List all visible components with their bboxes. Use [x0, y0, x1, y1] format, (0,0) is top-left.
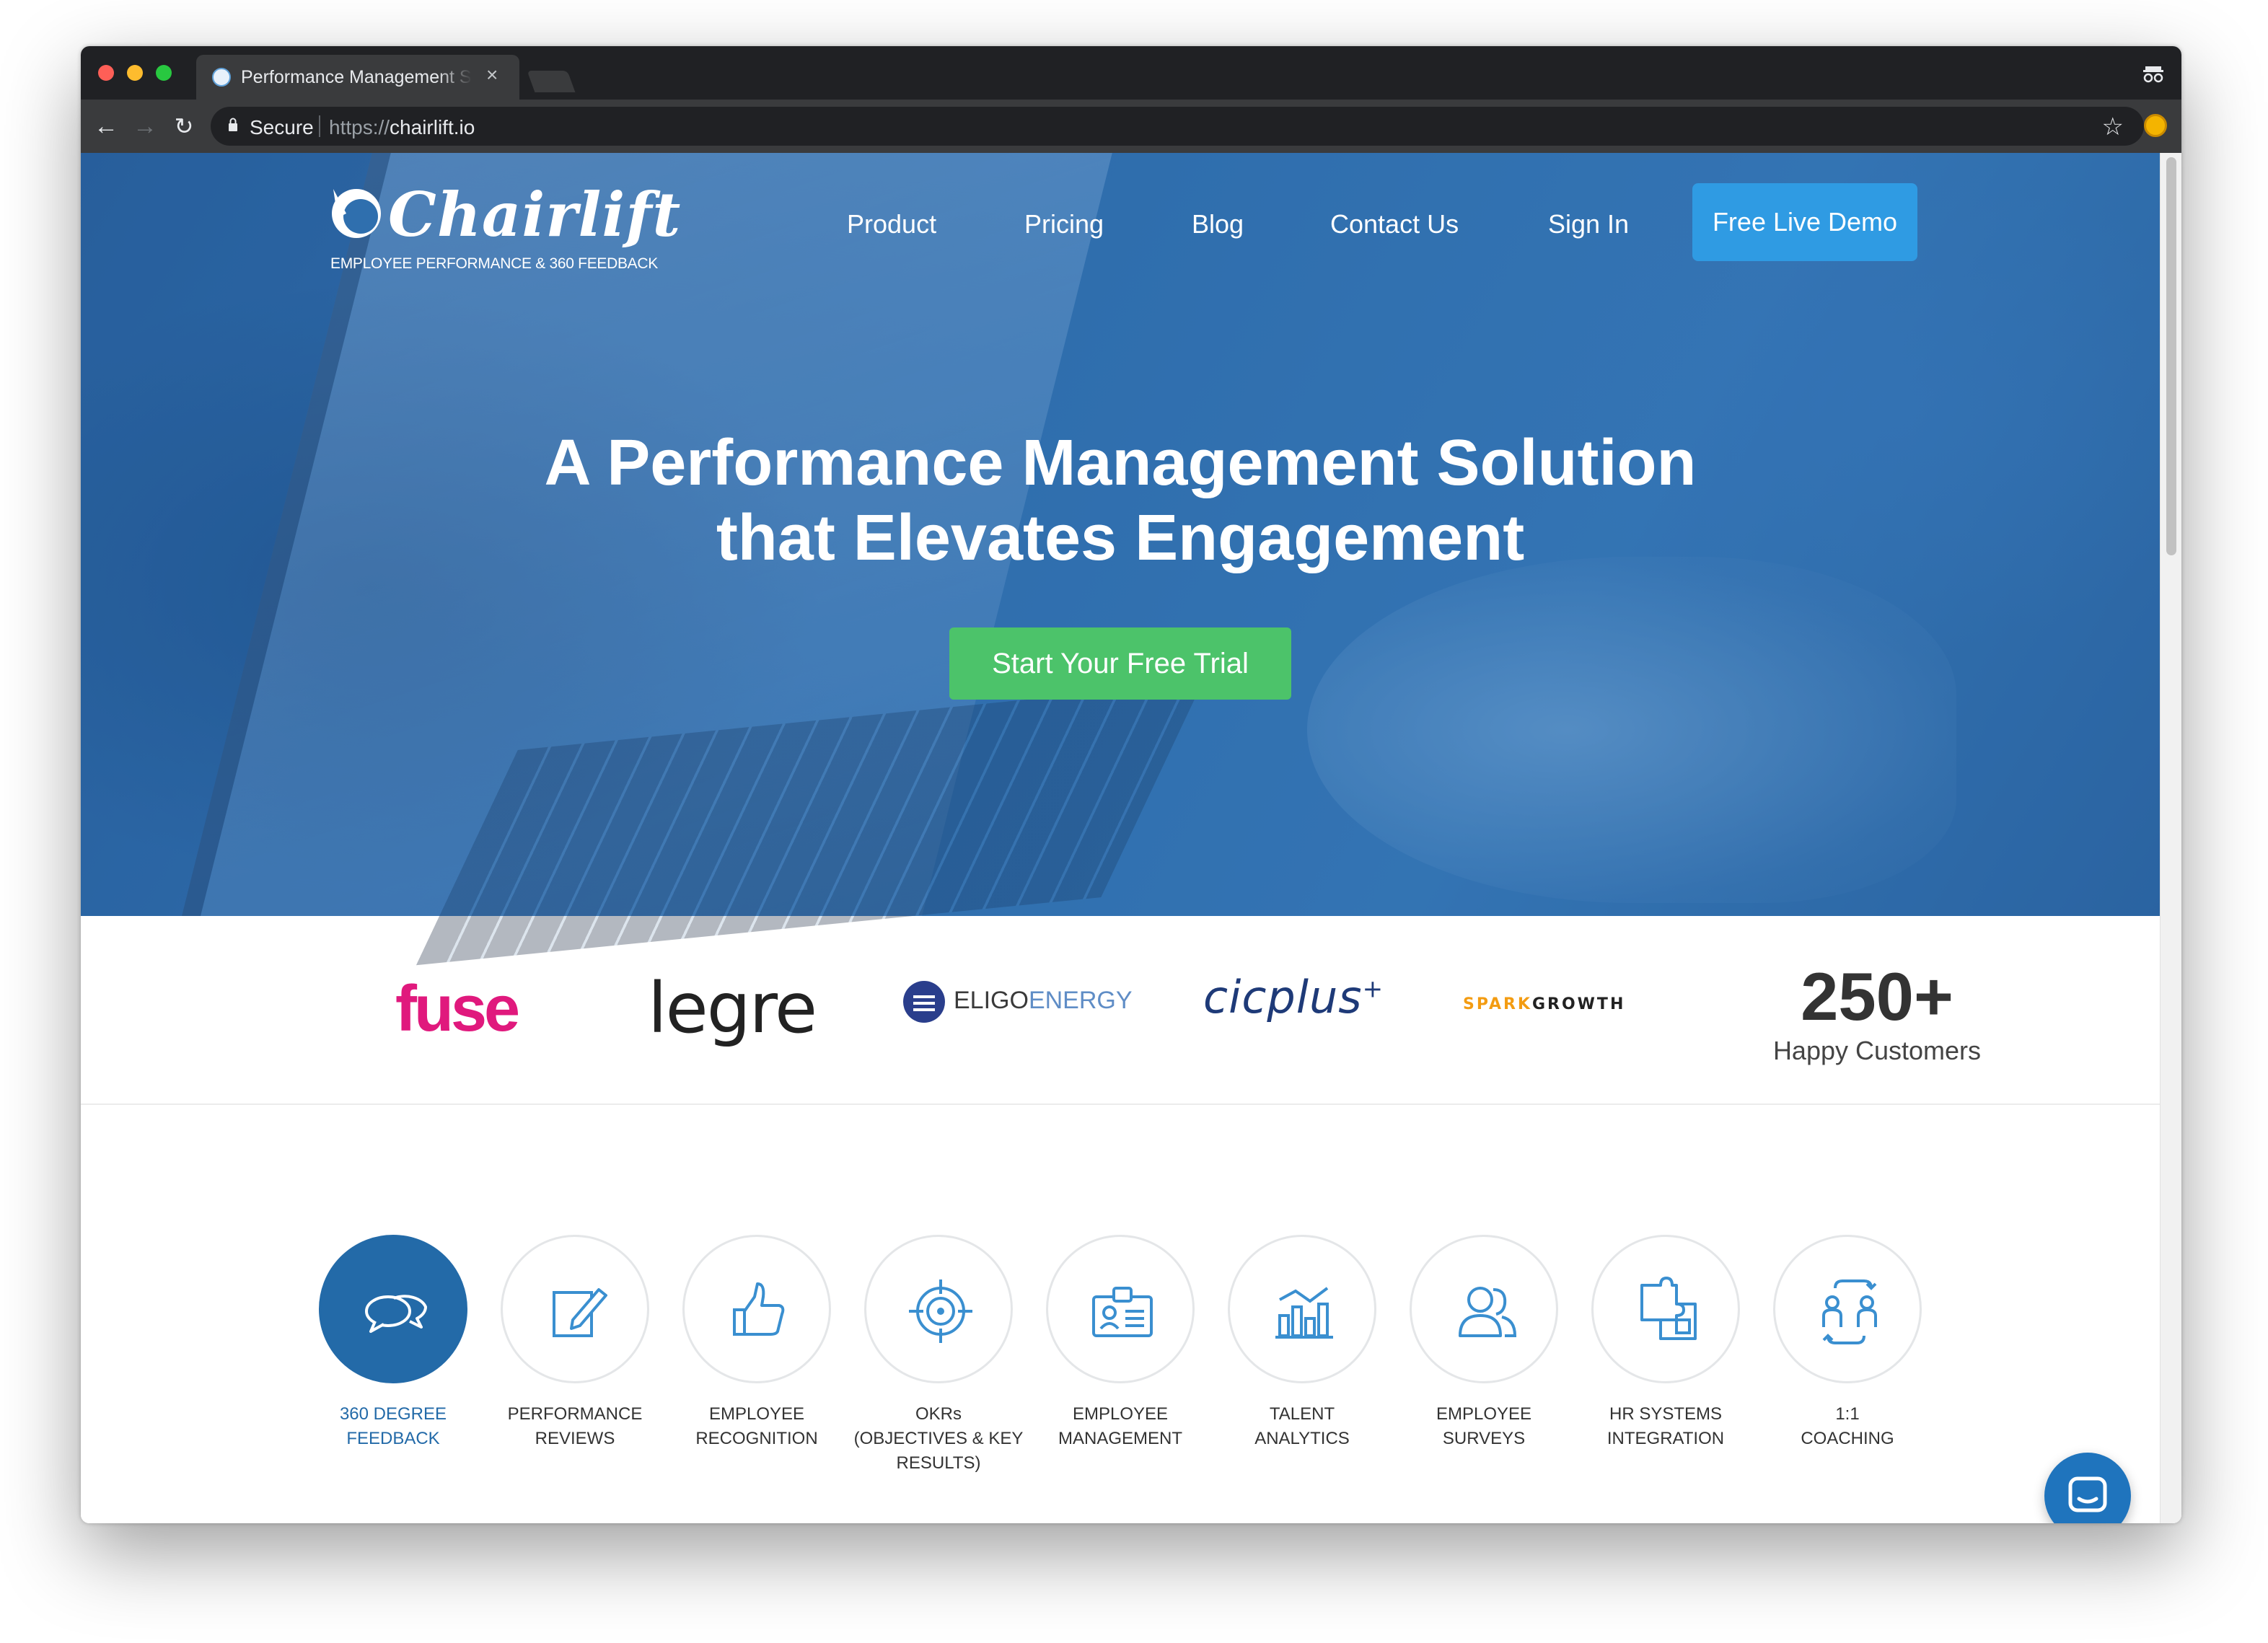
feature-circle: [1228, 1235, 1376, 1383]
logo-wordmark: Chairlift: [388, 179, 682, 250]
tab-close-icon[interactable]: ×: [486, 63, 498, 87]
hero-title-line-2: that Elevates Engagement: [716, 502, 1525, 574]
feature-circle: [682, 1235, 831, 1383]
feature-label: EMPLOYEE RECOGNITION: [695, 1404, 818, 1448]
feature-hr-systems-integration[interactable]: HR SYSTEMS INTEGRATION: [1590, 1235, 1741, 1451]
feature-performance-reviews[interactable]: PERFORMANCE REVIEWS: [499, 1235, 651, 1451]
eligo-mark-icon: [903, 981, 945, 1023]
sparkgrowth-logo: SPARKGROWTH: [1463, 995, 1626, 1013]
close-window-button[interactable]: [98, 65, 114, 81]
hero-section: Chairlift EMPLOYEE PERFORMANCE & 360 FEE…: [81, 153, 2160, 966]
browser-toolbar: ← → ↻ Secure https://chairlift.io ☆: [81, 100, 2181, 153]
fuse-logo: fuse: [395, 973, 520, 1045]
extension-icon[interactable]: [2144, 114, 2167, 137]
target-icon: [909, 1279, 972, 1343]
legre-logo: legre: [648, 968, 817, 1049]
feature-circle: [1591, 1235, 1740, 1383]
nav-contact-us[interactable]: Contact Us: [1330, 209, 1459, 239]
speech-bubbles-icon: [365, 1295, 427, 1333]
page-scrollbar[interactable]: [2160, 153, 2181, 1523]
hero-title: A Performance Management Solution that E…: [81, 426, 2160, 576]
feature-circle: [864, 1235, 1013, 1383]
feature-employee-recognition[interactable]: EMPLOYEE RECOGNITION: [681, 1235, 832, 1451]
customer-count-label: Happy Customers: [1772, 1036, 1982, 1065]
puzzle-icon: [1640, 1277, 1697, 1340]
feature-label: EMPLOYEE MANAGEMENT: [1058, 1404, 1182, 1448]
page-viewport: Chairlift EMPLOYEE PERFORMANCE & 360 FEE…: [81, 153, 2181, 1523]
feature-circle: [501, 1235, 649, 1383]
browser-tab[interactable]: Performance Management Sof ×: [196, 55, 519, 100]
url-text[interactable]: https://chairlift.io: [329, 116, 475, 139]
edit-document-icon: [553, 1288, 607, 1337]
bookmark-star-icon[interactable]: ☆: [2102, 113, 2124, 141]
forward-arrow-icon[interactable]: →: [131, 113, 159, 140]
favicon-icon: [212, 68, 231, 87]
nav-product[interactable]: Product: [847, 209, 936, 239]
feature-employee-management[interactable]: EMPLOYEE MANAGEMENT: [1045, 1235, 1196, 1451]
feature-okrs[interactable]: OKRs (OBJECTIVES & KEY RESULTS): [854, 1235, 1023, 1476]
feature-label: 360 DEGREE FEEDBACK: [339, 1404, 447, 1448]
new-tab-button[interactable]: [527, 71, 576, 92]
feature-talent-analytics[interactable]: TALENT ANALYTICS: [1226, 1235, 1378, 1451]
feature-360-feedback[interactable]: 360 DEGREE FEEDBACK: [317, 1235, 469, 1451]
people-icon: [1459, 1287, 1517, 1337]
feature-coaching[interactable]: 1:1 COACHING: [1772, 1235, 1923, 1451]
feature-label: OKRs (OBJECTIVES & KEY RESULTS): [853, 1404, 1024, 1473]
feature-circle: [1046, 1235, 1195, 1383]
browser-tab-bar: Performance Management Sof ×: [81, 46, 2181, 100]
chat-icon: [2068, 1476, 2107, 1512]
chat-launcher-button[interactable]: [2044, 1453, 2131, 1523]
free-live-demo-button[interactable]: Free Live Demo: [1692, 183, 1917, 261]
feature-label: 1:1 COACHING: [1801, 1404, 1894, 1448]
logo-tagline: EMPLOYEE PERFORMANCE & 360 FEEDBACK: [330, 255, 658, 272]
nav-blog[interactable]: Blog: [1192, 209, 1244, 239]
feature-label: TALENT ANALYTICS: [1254, 1404, 1350, 1448]
browser-window: Performance Management Sof × ← → ↻ Secur…: [81, 46, 2181, 1523]
incognito-icon: [2143, 66, 2163, 83]
coaching-icon: [1822, 1279, 1877, 1344]
back-arrow-icon[interactable]: ←: [92, 113, 120, 140]
start-free-trial-button[interactable]: Start Your Free Trial: [949, 627, 1291, 700]
customer-logos-strip: fuse legre ELIGOENERGY cicplus+ SPARKGRO…: [81, 916, 2160, 1105]
tab-title: Performance Management Sof: [241, 67, 472, 87]
feature-label: PERFORMANCE REVIEWS: [507, 1404, 643, 1448]
maximize-window-button[interactable]: [156, 65, 172, 81]
chairlift-logo[interactable]: Chairlift EMPLOYEE PERFORMANCE & 360 FEE…: [328, 175, 688, 290]
hero-title-line-1: A Performance Management Solution: [544, 427, 1697, 499]
feature-circle: [319, 1235, 467, 1383]
bar-chart-icon: [1275, 1287, 1333, 1339]
reload-icon[interactable]: ↻: [170, 113, 198, 140]
address-bar[interactable]: Secure https://chairlift.io ☆: [211, 107, 2144, 146]
minimize-window-button[interactable]: [127, 65, 143, 81]
lock-icon: [229, 118, 237, 131]
feature-circle: [1773, 1235, 1922, 1383]
chairlift-logo-icon: [332, 189, 381, 238]
cicplus-logo: cicplus+: [1203, 971, 1384, 1023]
address-divider: [319, 115, 320, 137]
feature-employee-surveys[interactable]: EMPLOYEE SURVEYS: [1408, 1235, 1560, 1451]
id-card-icon: [1092, 1287, 1153, 1337]
feature-circle: [1410, 1235, 1558, 1383]
customer-count: 250+: [1801, 959, 1953, 1034]
feature-label: HR SYSTEMS INTEGRATION: [1606, 1404, 1725, 1448]
secure-label: Secure: [250, 116, 314, 138]
eligo-energy-logo: ELIGOENERGY: [903, 981, 1133, 1023]
nav-pricing[interactable]: Pricing: [1024, 209, 1104, 239]
thumbs-up-icon: [733, 1282, 785, 1336]
feature-label: EMPLOYEE SURVEYS: [1436, 1404, 1532, 1448]
nav-sign-in[interactable]: Sign In: [1548, 209, 1629, 239]
scrollbar-thumb[interactable]: [2166, 157, 2176, 555]
